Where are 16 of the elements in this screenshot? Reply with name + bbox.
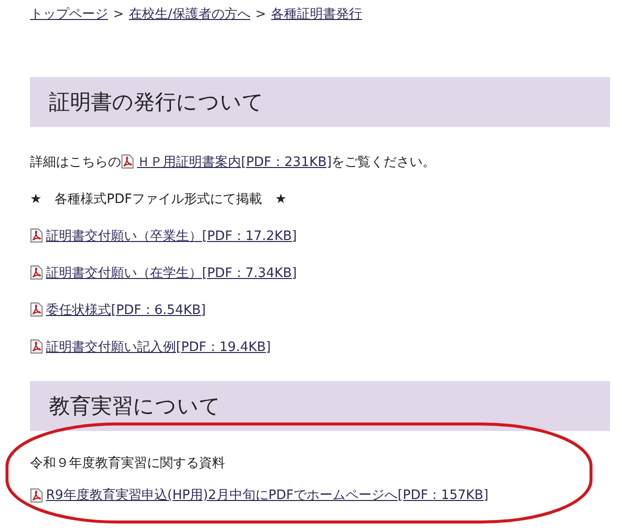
breadcrumb-link[interactable]: 各種証明書発行 [271,5,362,23]
pdf-link[interactable]: 証明書交付願い記入例[PDF：19.4KB] [46,338,271,356]
info-text: ★ 各種様式PDFファイル形式にて掲載 ★ [30,190,288,208]
section-heading: 証明書の発行について [30,77,610,127]
section-heading: 教育実習について [30,381,610,431]
intro-paragraph: 詳細はこちらの ＨＰ用証明書案内[PDF：231KB]をご覧ください。 [30,152,437,172]
pdf-link[interactable]: ＨＰ用証明書案内[PDF：231KB] [137,152,332,170]
info-text: 令和９年度教育実習に関する資料 [30,454,226,473]
pdf-link[interactable]: 委任状様式[PDF：6.54KB] [46,300,206,318]
pdf-link[interactable]: 証明書交付願い（在学生）[PDF：7.34KB] [46,264,297,282]
breadcrumb-separator: > [255,6,266,22]
breadcrumb-link[interactable]: 在校生/保護者の方へ [128,5,250,23]
breadcrumb-link[interactable]: トップページ [30,5,108,23]
pdf-link[interactable]: R9年度教育実習申込(HP用)2月中旬にPDFでホームページへ[PDF：157KB] [46,486,488,504]
pdf-link[interactable]: 証明書交付願い（卒業生）[PDF：17.2KB] [46,226,297,244]
breadcrumb-separator: > [113,6,124,22]
